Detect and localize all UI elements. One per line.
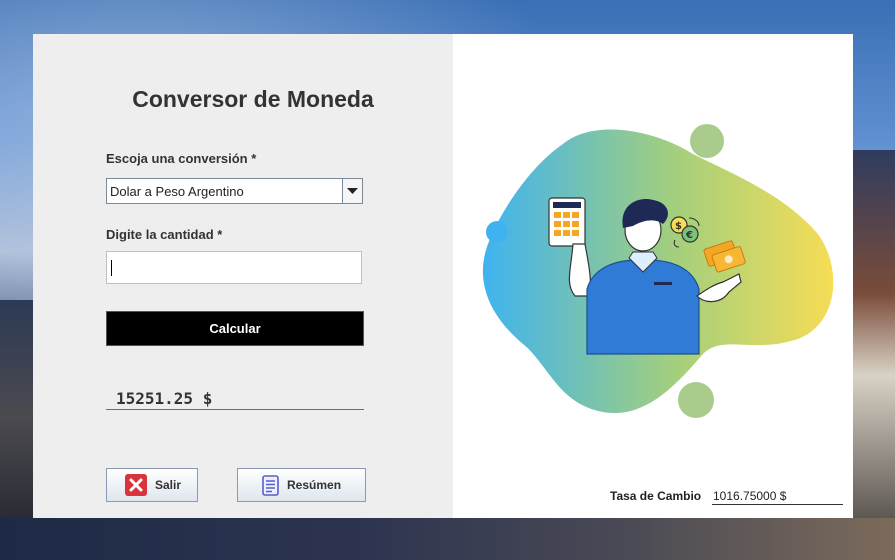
illustration-panel: $ € Tasa de Cambio 1016.75000 $ (453, 34, 853, 518)
chevron-down-icon[interactable] (342, 179, 362, 203)
form-panel: Conversor de Moneda Escoja una conversió… (33, 34, 453, 518)
desktop-background-right (850, 150, 895, 560)
exchange-rate-label: Tasa de Cambio (610, 489, 702, 503)
calculate-button[interactable]: Calcular (106, 311, 364, 346)
result-field: 15251.25 $ (106, 388, 364, 410)
money-exchange-illustration: $ € (482, 124, 834, 418)
result-value: 15251.25 $ (116, 389, 213, 408)
summary-button[interactable]: Resúmen (237, 468, 366, 502)
page-title: Conversor de Moneda (132, 86, 374, 112)
conversion-label: Escoja una conversión * (106, 151, 257, 166)
document-icon (262, 474, 279, 496)
amount-input[interactable] (106, 251, 362, 284)
exchange-rate-value: 1016.75000 $ (712, 486, 843, 505)
text-caret (111, 260, 112, 276)
converter-window: Conversor de Moneda Escoja una conversió… (33, 34, 853, 518)
close-icon (125, 474, 147, 496)
svg-text:$: $ (675, 221, 682, 232)
conversion-selected-value: Dolar a Peso Argentino (110, 183, 244, 199)
desktop-background-bottom (0, 518, 895, 560)
amount-label: Digite la cantidad * (106, 227, 223, 242)
exit-button[interactable]: Salir (106, 468, 198, 502)
conversion-select[interactable]: Dolar a Peso Argentino (106, 178, 363, 204)
summary-button-label: Resúmen (287, 478, 342, 492)
svg-text:€: € (685, 230, 693, 241)
exit-button-label: Salir (155, 478, 182, 492)
